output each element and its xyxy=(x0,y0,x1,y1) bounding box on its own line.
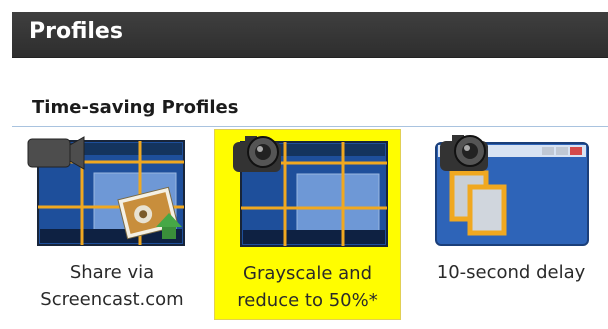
section-divider xyxy=(12,126,608,127)
profile-label: 10-second delay xyxy=(436,262,586,283)
profile-grayscale-reduce[interactable]: Grayscale and reduce to 50%* xyxy=(214,129,401,320)
panel-title: Profiles xyxy=(29,19,123,44)
camera-capture-grid-icon xyxy=(233,136,388,247)
profile-share-screencast[interactable]: Share via Screencast.com xyxy=(22,129,202,320)
profiles-titlebar: Profiles xyxy=(12,12,608,58)
profile-label: Grayscale and reduce to 50%* xyxy=(237,263,378,311)
camera-window-delay-icon xyxy=(435,135,589,246)
section-heading: Time-saving Profiles xyxy=(32,97,239,118)
screencast-share-icon xyxy=(27,136,185,246)
profile-label: Share via Screencast.com xyxy=(40,262,184,310)
profile-ten-second-delay[interactable]: 10-second delay xyxy=(414,129,608,320)
